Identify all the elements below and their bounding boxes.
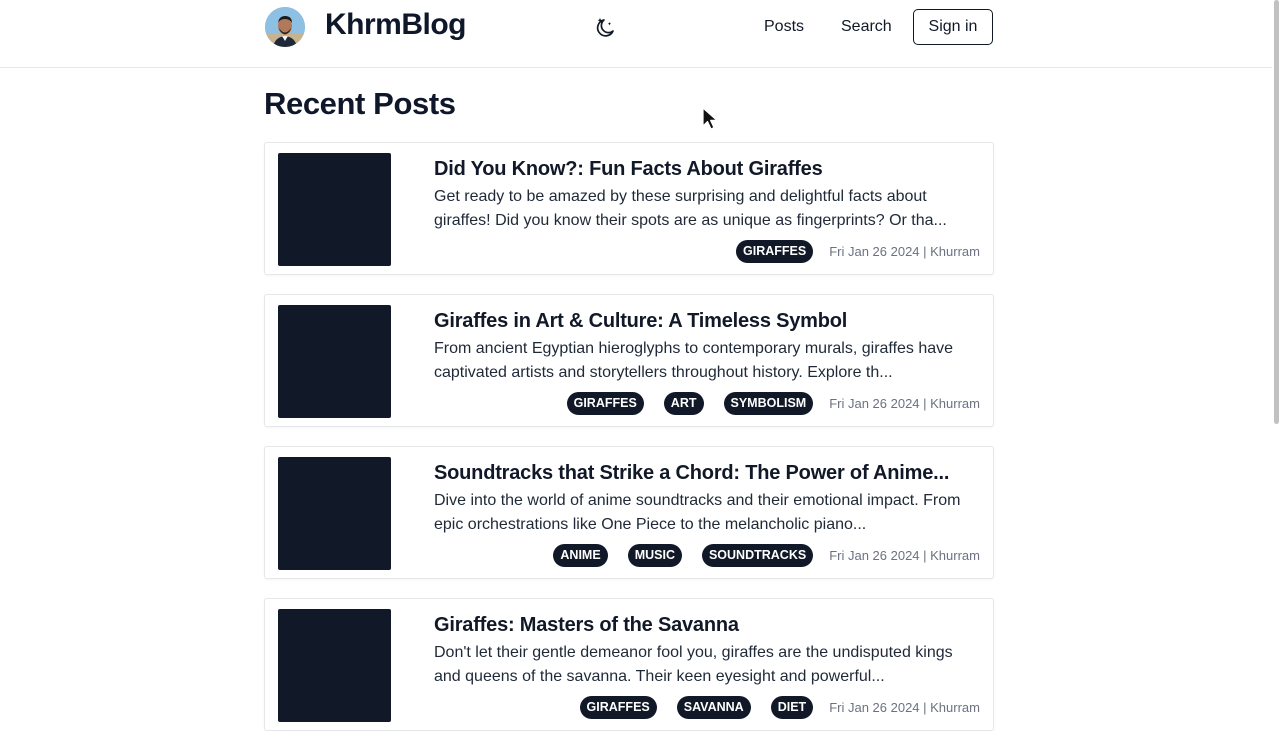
scrollbar-thumb[interactable] — [1274, 0, 1279, 424]
post-tag[interactable]: SAVANNA — [676, 695, 751, 719]
moon-stars-icon[interactable] — [592, 15, 618, 41]
post-excerpt: From ancient Egyptian hieroglyphs to con… — [434, 340, 954, 381]
post-title[interactable]: Soundtracks that Strike a Chord: The Pow… — [434, 462, 979, 485]
post-excerpt: Dive into the world of anime soundtracks… — [434, 492, 961, 533]
post-tag[interactable]: SOUNDTRACKS — [701, 543, 814, 567]
post-tag[interactable]: GIRAFFES — [736, 239, 814, 263]
post-meta: Fri Jan 26 2024 | Khurram — [829, 699, 980, 715]
post-thumbnail[interactable] — [278, 457, 391, 570]
nav-search-link[interactable]: Search — [841, 18, 892, 36]
site-header: KhrmBlog Posts Search Sign in — [0, 0, 1280, 68]
post-card[interactable]: Did You Know?: Fun Facts About Giraffes … — [264, 142, 994, 275]
site-brand[interactable]: KhrmBlog — [325, 8, 467, 42]
post-tag[interactable]: MUSIC — [627, 543, 682, 567]
post-meta-row: ANIME MUSIC SOUNDTRACKS Fri Jan 26 2024 … — [553, 543, 980, 567]
post-card[interactable]: Giraffes: Masters of the Savanna Don't l… — [264, 598, 994, 731]
post-thumbnail[interactable] — [278, 609, 391, 722]
post-card[interactable]: Giraffes in Art & Culture: A Timeless Sy… — [264, 294, 994, 427]
nav-posts-link[interactable]: Posts — [764, 18, 804, 36]
post-excerpt: Get ready to be amazed by these surprisi… — [434, 188, 947, 229]
post-meta: Fri Jan 26 2024 | Khurram — [829, 395, 980, 411]
post-thumbnail[interactable] — [278, 305, 391, 418]
post-tag[interactable]: DIET — [770, 695, 814, 719]
post-meta-row: GIRAFFES Fri Jan 26 2024 | Khurram — [736, 239, 980, 263]
post-title[interactable]: Did You Know?: Fun Facts About Giraffes — [434, 158, 979, 181]
post-meta-row: GIRAFFES SAVANNA DIET Fri Jan 26 2024 | … — [579, 695, 980, 719]
sign-in-button[interactable]: Sign in — [913, 9, 993, 45]
post-title[interactable]: Giraffes: Masters of the Savanna — [434, 614, 979, 637]
post-tag[interactable]: GIRAFFES — [579, 695, 657, 719]
post-tag[interactable]: SYMBOLISM — [723, 391, 814, 415]
post-excerpt: Don't let their gentle demeanor fool you… — [434, 644, 953, 685]
post-title[interactable]: Giraffes in Art & Culture: A Timeless Sy… — [434, 310, 979, 333]
mouse-cursor-icon — [702, 107, 718, 130]
post-tag[interactable]: GIRAFFES — [566, 391, 644, 415]
page-scrollbar[interactable] — [1272, 0, 1280, 720]
avatar-image — [265, 7, 305, 47]
post-meta-row: GIRAFFES ART SYMBOLISM Fri Jan 26 2024 |… — [566, 391, 980, 415]
post-tag[interactable]: ART — [663, 391, 704, 415]
post-thumbnail[interactable] — [278, 153, 391, 266]
post-meta: Fri Jan 26 2024 | Khurram — [829, 243, 980, 259]
avatar[interactable] — [265, 7, 305, 47]
post-card[interactable]: Soundtracks that Strike a Chord: The Pow… — [264, 446, 994, 579]
post-meta: Fri Jan 26 2024 | Khurram — [829, 547, 980, 563]
post-tag[interactable]: ANIME — [553, 543, 608, 567]
page-title: Recent Posts — [264, 86, 456, 121]
